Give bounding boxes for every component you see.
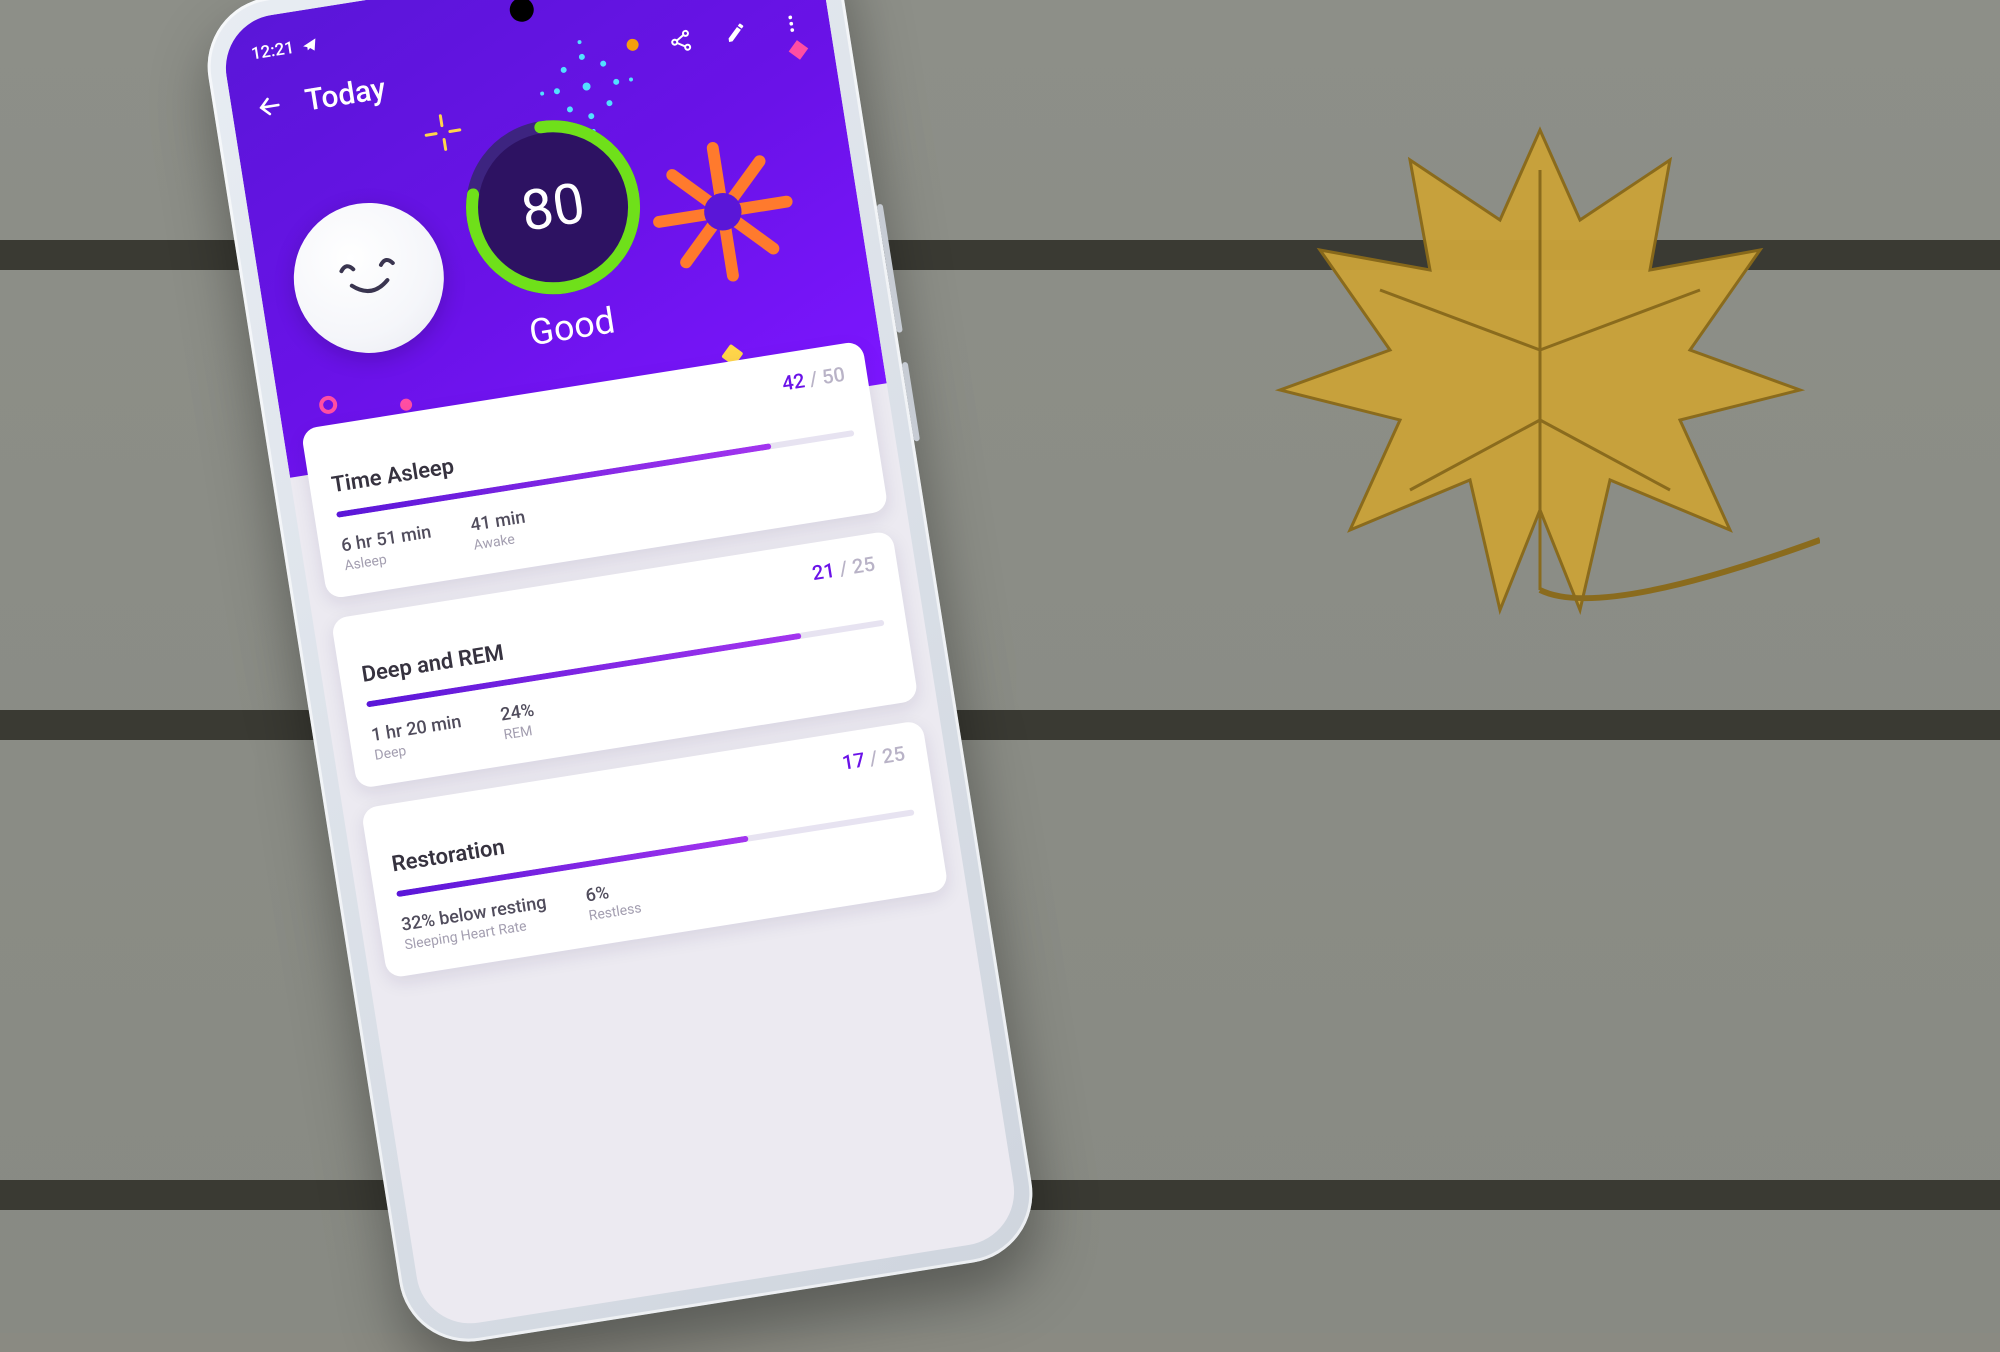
phone-frame: 12:21 5G [198,0,1043,1352]
telegram-notif-icon [301,36,319,54]
metric: 32% below restingSleeping Heart Rate [400,892,551,953]
metric: 1 hr 20 minDeep [370,711,466,764]
metric: 24%REM [499,700,538,744]
metric: 6%Restless [584,877,643,924]
bench-background: 12:21 5G [0,0,2000,1333]
status-time: 12:21 [250,38,296,65]
card-score-max: / 25 [863,741,907,771]
sleep-breakdown-list[interactable]: 42 / 50Time Asleep6 hr 51 minAsleep41 mi… [283,338,971,1011]
card-score-max: / 50 [803,362,847,392]
maple-leaf-decoration [1260,90,1820,630]
back-button[interactable] [247,83,293,129]
sleep-score-ring[interactable]: 80 [450,104,656,310]
edit-button[interactable] [713,10,759,56]
metric-value: 24% [499,700,536,726]
metric: 41 minAwake [469,507,530,554]
share-button[interactable] [658,18,704,64]
volume-rocker [877,204,903,333]
power-button [902,362,920,442]
metric-label: REM [503,722,539,743]
sleep-score-label: Good [526,299,617,354]
more-menu-button[interactable] [768,1,814,47]
metric: 6 hr 51 minAsleep [340,521,436,574]
sleep-score-value: 80 [450,104,656,310]
card-score-max: / 25 [833,551,877,581]
phone-screen: 12:21 5G [218,0,1022,1331]
ring-decoration-icon [318,395,339,416]
dot-decoration-icon [399,398,413,412]
